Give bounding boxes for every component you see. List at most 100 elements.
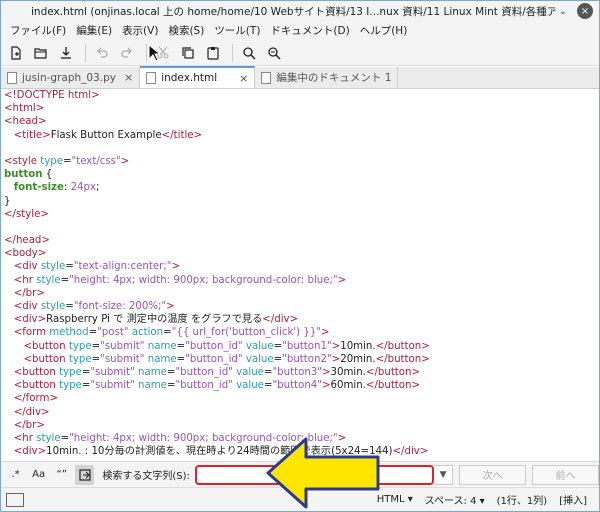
tab-close-icon[interactable]: × <box>124 71 133 84</box>
minimize-button[interactable]: ⌄ <box>555 3 571 19</box>
code-line: <button type="submit" name="button_id" v… <box>1 366 599 379</box>
open-folder-icon[interactable] <box>30 42 52 64</box>
tab-untitled-document[interactable]: 編集中のドキュメント 1 <box>255 67 399 88</box>
code-token: 30min. <box>330 366 366 378</box>
code-token: name <box>138 366 167 378</box>
code-token: </br> <box>13 287 45 299</box>
code-token: </head> <box>4 235 50 247</box>
match-case-toggle-button[interactable]: Aa <box>29 465 48 485</box>
close-button[interactable]: × <box>577 3 593 19</box>
find-next-button[interactable]: 次へ <box>459 464 527 485</box>
code-line: </br> <box>1 287 599 300</box>
paste-icon[interactable] <box>202 42 224 64</box>
code-token: = <box>163 327 172 339</box>
code-token: <button <box>23 340 69 352</box>
code-token: = <box>176 353 186 365</box>
menu-help[interactable]: ヘルプ(H) <box>355 23 413 38</box>
code-token: Flask Button Example <box>50 129 162 141</box>
code-token: > <box>321 366 331 378</box>
code-token: </button> <box>375 340 430 352</box>
tab-close-icon[interactable]: × <box>239 72 248 85</box>
redo-icon[interactable] <box>116 42 138 64</box>
code-token: "height: 4px; width: 900px; background-c… <box>69 274 338 286</box>
code-token: = <box>60 274 70 286</box>
search-icon[interactable] <box>238 42 260 64</box>
code-line: <button type="submit" name="button_id" v… <box>1 379 599 392</box>
code-line: </br> <box>1 419 599 432</box>
search-label: 検索する文字列(S): <box>102 471 190 482</box>
code-token: "button_id" <box>185 340 243 352</box>
menu-search[interactable]: 検索(S) <box>163 23 209 38</box>
code-token: style <box>40 261 66 273</box>
code-token: "submit" <box>100 353 145 365</box>
menu-file[interactable]: ファイル(F) <box>5 23 71 38</box>
code-line: <button type="submit" name="button_id" v… <box>1 353 599 366</box>
search-mode-icon <box>79 468 91 481</box>
code-line: button { <box>1 168 599 181</box>
code-token: "text-align:center;" <box>73 261 172 273</box>
title-bar: index.html (onjinas.local 上の home/home/1… <box>1 1 599 21</box>
code-token: <style <box>4 155 41 167</box>
code-token: type <box>59 366 82 378</box>
menu-view[interactable]: 表示(V) <box>117 23 163 38</box>
new-document-icon[interactable] <box>5 42 27 64</box>
text-file-icon <box>261 71 272 84</box>
save-icon[interactable] <box>55 42 77 64</box>
code-line: <head> <box>1 115 599 128</box>
side-panel-toggle-icon[interactable] <box>6 492 24 507</box>
code-token: = <box>91 340 101 352</box>
html-file-icon <box>146 72 157 84</box>
code-editor[interactable]: <!DOCTYPE html> <html> <head> <title>Flask… <box>1 89 599 461</box>
code-line: } <box>1 195 599 208</box>
code-token: = <box>273 340 283 352</box>
code-token: > <box>331 340 341 352</box>
code-token: </br> <box>13 419 45 431</box>
code-line: <hr style="height: 4px; width: 900px; ba… <box>1 274 599 287</box>
code-token: = <box>60 432 70 444</box>
code-token: 24px <box>70 182 97 194</box>
code-token: > <box>337 274 347 286</box>
menu-tools[interactable]: ツール(T) <box>209 23 265 38</box>
code-token: method <box>49 327 89 339</box>
find-previous-button[interactable]: 前へ <box>532 464 599 485</box>
menu-documents[interactable]: ドキュメント(D) <box>265 23 354 38</box>
tab-label: jusin-graph_03.py <box>22 71 116 84</box>
code-token: > <box>331 353 341 365</box>
code-line: <title>Flask Button Example</title> <box>1 129 599 142</box>
annotation-arrow-icon <box>266 437 380 509</box>
indent-selector[interactable]: スペース: 4 ▾ <box>425 492 485 507</box>
replace-icon[interactable] <box>263 42 285 64</box>
code-token: style <box>40 301 66 312</box>
code-token: </div> <box>262 314 299 326</box>
code-token: font-size <box>13 182 64 194</box>
code-token: <head> <box>4 116 47 128</box>
chevron-down-icon[interactable]: ▼ <box>434 464 454 485</box>
whole-word-toggle-button[interactable]: “” <box>52 465 71 485</box>
code-line: <div style="text-align:center;"> <box>1 260 599 273</box>
tab-jusin-graph[interactable]: jusin-graph_03.py × <box>1 67 141 88</box>
code-token: Raspberry Pi で 測定中の温度 をグラフで見る <box>46 314 263 326</box>
code-token: > <box>321 380 331 392</box>
code-token: "button4" <box>272 380 322 392</box>
undo-icon[interactable] <box>91 42 113 64</box>
menu-edit[interactable]: 編集(E) <box>71 23 117 38</box>
tab-index-html[interactable]: index.html × <box>140 66 256 88</box>
search-mode-toggle-button[interactable] <box>75 464 95 485</box>
code-token: <div <box>13 301 41 312</box>
regex-toggle-button[interactable]: .* <box>6 465 25 485</box>
code-token: type <box>68 353 92 365</box>
code-token: <hr <box>13 432 37 444</box>
copy-icon[interactable] <box>177 42 199 64</box>
code-token: "submit" <box>100 340 145 352</box>
code-token: value <box>236 380 264 392</box>
code-token: </div> <box>13 406 50 418</box>
code-line: <div style="font-size: 200%;"> <box>1 300 599 313</box>
code-token: = <box>62 155 72 167</box>
